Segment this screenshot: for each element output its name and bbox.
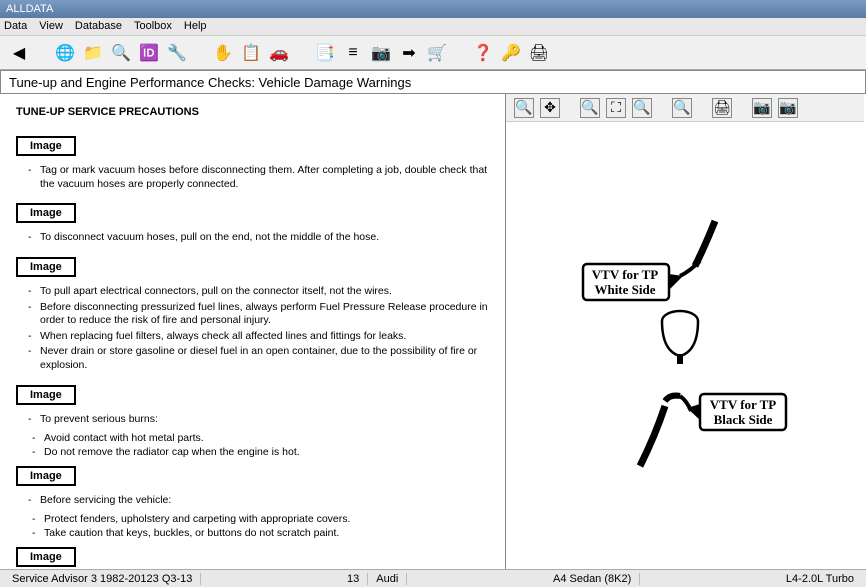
arrow-icon[interactable]: ➡	[398, 42, 420, 64]
list-item: Before servicing the vehicle:	[28, 494, 489, 508]
list-icon[interactable]: 📑	[314, 42, 336, 64]
list-item: Do not remove the radiator cap when the …	[32, 446, 489, 460]
refresh-icon[interactable]: ❓	[472, 42, 494, 64]
status-make: Audi	[368, 573, 407, 585]
car-icon[interactable]: 🚗	[268, 42, 290, 64]
print-image-icon[interactable]: 🖨	[712, 98, 732, 118]
label-bot-2: Black Side	[714, 412, 773, 427]
label-top-1: VTV for TP	[592, 267, 659, 282]
zoom-fit-icon[interactable]: ⛶	[606, 98, 626, 118]
tools-icon[interactable]: 🔧	[166, 42, 188, 64]
label-top-2: White Side	[594, 282, 655, 297]
zoom-reset-icon[interactable]: 🔍	[672, 98, 692, 118]
print-icon[interactable]: 🖨	[528, 42, 550, 64]
menu-database[interactable]: Database	[75, 20, 122, 33]
status-engine: L4-2.0L Turbo	[778, 573, 862, 585]
list-item: Before disconnecting pressurized fuel li…	[28, 301, 489, 328]
folder-icon[interactable]: 📁	[82, 42, 104, 64]
zoom-in-icon[interactable]: 🔍	[514, 98, 534, 118]
image-button[interactable]: Image	[16, 547, 76, 567]
camera2-image-icon[interactable]: 📷	[778, 98, 798, 118]
status-year: 13	[339, 573, 368, 585]
list-item: Protect fenders, upholstery and carpetin…	[32, 513, 489, 527]
camera-icon[interactable]: 📷	[370, 42, 392, 64]
image-button[interactable]: Image	[16, 385, 76, 405]
image-button[interactable]: Image	[16, 203, 76, 223]
id-icon[interactable]: 🆔	[138, 42, 160, 64]
lines-icon[interactable]: ≡	[342, 42, 364, 64]
article-heading: TUNE-UP SERVICE PRECAUTIONS	[16, 106, 489, 118]
zoom-area-icon[interactable]: 🔍	[580, 98, 600, 118]
image-toolbar: 🔍 ✥ 🔍 ⛶ 🔍 🔍 🖨 📷 📷	[506, 94, 864, 122]
title-bar: ALLDATA	[0, 0, 866, 18]
pan-icon[interactable]: ✥	[540, 98, 560, 118]
menu-toolbox[interactable]: Toolbox	[134, 20, 172, 33]
home-icon[interactable]: 🌐	[54, 42, 76, 64]
image-pane: 🔍 ✥ 🔍 ⛶ 🔍 🔍 🖨 📷 📷 VTV for TP White Side	[506, 94, 864, 569]
content-area: TUNE-UP SERVICE PRECAUTIONS Image Tag or…	[0, 94, 866, 569]
list-item: To pull apart electrical connectors, pul…	[28, 285, 489, 299]
list-item: Tag or mark vacuum hoses before disconne…	[28, 164, 489, 191]
key-icon[interactable]: 🔑	[500, 42, 522, 64]
vehicle-select-icon[interactable]: 🔍	[110, 42, 132, 64]
page-title-bar: Tune-up and Engine Performance Checks: V…	[0, 70, 866, 94]
menu-data[interactable]: Data	[4, 20, 27, 33]
status-version: Service Advisor 3 1982-20123 Q3-13	[4, 573, 201, 585]
menu-help[interactable]: Help	[184, 20, 207, 33]
list-item: Take caution that keys, buckles, or butt…	[32, 527, 489, 541]
list-item: Never drain or store gasoline or diesel …	[28, 345, 489, 372]
article-pane: TUNE-UP SERVICE PRECAUTIONS Image Tag or…	[0, 94, 506, 569]
menu-view[interactable]: View	[39, 20, 63, 33]
image-button[interactable]: Image	[16, 257, 76, 277]
back-icon[interactable]: ◀	[8, 42, 30, 64]
diagram-view: VTV for TP White Side VTV for TP Black S…	[506, 122, 864, 569]
app-title: ALLDATA	[6, 3, 53, 15]
menu-bar: Data View Database Toolbox Help	[0, 18, 866, 36]
vtv-diagram: VTV for TP White Side VTV for TP Black S…	[565, 216, 805, 476]
list-item: Avoid contact with hot metal parts.	[32, 432, 489, 446]
list-item: To disconnect vacuum hoses, pull on the …	[28, 231, 489, 245]
image-button[interactable]: Image	[16, 466, 76, 486]
page-title-text: Tune-up and Engine Performance Checks: V…	[9, 75, 411, 90]
hand-icon[interactable]: ✋	[212, 42, 234, 64]
image-button[interactable]: Image	[16, 136, 76, 156]
camera-image-icon[interactable]: 📷	[752, 98, 772, 118]
cart-icon[interactable]: 🛒	[426, 42, 448, 64]
label-bot-1: VTV for TP	[710, 397, 777, 412]
list-item: To prevent serious burns:	[28, 413, 489, 427]
list-item: When replacing fuel filters, always chec…	[28, 330, 489, 344]
status-bar: Service Advisor 3 1982-20123 Q3-13 13 Au…	[0, 569, 866, 587]
zoom-out-icon[interactable]: 🔍	[632, 98, 652, 118]
main-toolbar: ◀ 🌐 📁 🔍 🆔 🔧 ✋ 📋 🚗 📑 ≡ 📷 ➡ 🛒 ❓ 🔑 🖨	[0, 36, 866, 70]
new-icon[interactable]: 📋	[240, 42, 262, 64]
status-model: A4 Sedan (8K2)	[545, 573, 640, 585]
